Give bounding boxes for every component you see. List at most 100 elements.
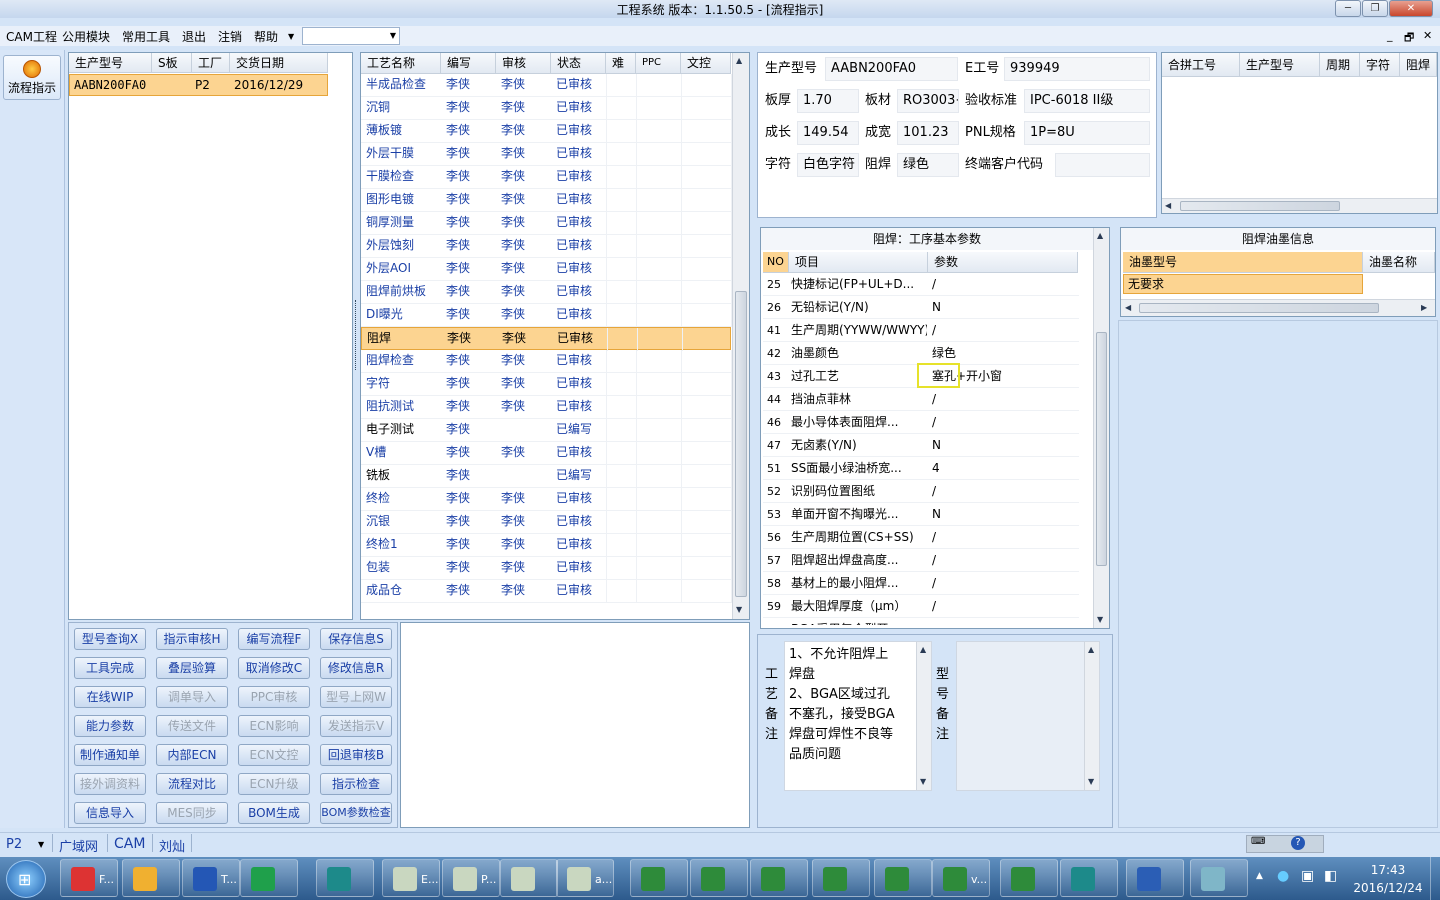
field-model[interactable]: AABN200FA0 bbox=[825, 57, 958, 81]
scroll-left-icon[interactable]: ◀ bbox=[1125, 303, 1131, 312]
scroll-down-icon[interactable]: ▼ bbox=[1088, 777, 1094, 786]
scroll-up-icon[interactable]: ▲ bbox=[1097, 231, 1103, 240]
col-header-item[interactable]: 项目 bbox=[789, 252, 928, 273]
action-button[interactable]: 型号上网W bbox=[320, 686, 392, 708]
tray-expand-icon[interactable]: ▲ bbox=[1256, 871, 1263, 881]
action-button[interactable]: 指示检查 bbox=[320, 773, 392, 795]
table-row[interactable]: 干膜检查 李侠 李侠 已审核 bbox=[361, 166, 732, 189]
scroll-up-icon[interactable]: ▲ bbox=[1088, 645, 1094, 654]
col-header-merge-char[interactable]: 字符 bbox=[1360, 53, 1400, 77]
table-row[interactable]: 无要求 bbox=[1123, 274, 1363, 294]
table-row[interactable]: 52 识别码位置图纸 / bbox=[763, 480, 1079, 503]
scroll-up-icon[interactable]: ▲ bbox=[920, 645, 926, 654]
menu-common-module[interactable]: 公用模块 bbox=[62, 28, 110, 45]
table-row[interactable]: 铣板 李侠 已编写 bbox=[361, 465, 732, 488]
table-row[interactable]: 阻焊 李侠 李侠 已审核 bbox=[361, 327, 733, 351]
field-pnl[interactable]: 1P=8U bbox=[1024, 121, 1150, 145]
taskbar-app[interactable] bbox=[690, 859, 748, 897]
model-notes-text[interactable]: ▲ ▼ bbox=[956, 641, 1100, 791]
taskbar-app[interactable] bbox=[874, 859, 932, 897]
field-char[interactable]: 白色字符 bbox=[797, 153, 859, 177]
table-row[interactable]: 电子测试 李侠 已编写 bbox=[361, 419, 732, 442]
menu-help[interactable]: 帮助 bbox=[254, 28, 278, 45]
taskbar-app[interactable] bbox=[1000, 859, 1058, 897]
action-button[interactable]: 取消修改C bbox=[238, 657, 310, 679]
notes-scrollbar[interactable]: ▲ ▼ bbox=[916, 642, 931, 790]
taskbar-app[interactable] bbox=[240, 859, 298, 897]
maximize-button[interactable]: ❐ bbox=[1362, 0, 1388, 17]
taskbar-app[interactable] bbox=[812, 859, 870, 897]
merge-hscrollbar[interactable]: ◀ bbox=[1162, 198, 1437, 213]
scroll-up-icon[interactable]: ▲ bbox=[736, 56, 742, 65]
action-button[interactable]: 内部ECN bbox=[156, 744, 228, 766]
action-button[interactable]: 型号查询X bbox=[74, 628, 146, 650]
scroll-down-icon[interactable]: ▼ bbox=[736, 605, 742, 614]
field-standard[interactable]: IPC-6018 II级 bbox=[1024, 89, 1150, 113]
table-row[interactable]: 沉银 李侠 李侠 已审核 bbox=[361, 511, 732, 534]
start-button[interactable]: ⊞ bbox=[6, 860, 46, 898]
col-header-doc-control[interactable]: 文控 bbox=[681, 53, 731, 74]
taskbar-app[interactable] bbox=[1060, 859, 1118, 897]
field-mask[interactable]: 绿色 bbox=[897, 153, 959, 177]
table-row[interactable]: 46 最小导体表面阻焊... / bbox=[763, 411, 1079, 434]
action-button[interactable]: 编写流程F bbox=[238, 628, 310, 650]
taskbar-app[interactable]: P... bbox=[442, 859, 500, 897]
scroll-right-icon[interactable]: ▶ bbox=[1421, 303, 1427, 312]
menu-overflow-icon[interactable]: ▼ bbox=[288, 32, 294, 41]
show-desktop-button[interactable] bbox=[1430, 857, 1440, 900]
table-row[interactable]: 43 过孔工艺 塞孔+开小窗 bbox=[763, 363, 1079, 388]
action-button[interactable]: 信息导入 bbox=[74, 802, 146, 824]
taskbar-app[interactable] bbox=[316, 859, 374, 897]
col-header-ppc[interactable]: PPC bbox=[636, 53, 681, 74]
action-button[interactable]: 传送文件 bbox=[156, 715, 228, 737]
taskbar-app[interactable]: v... bbox=[932, 859, 990, 897]
clock-date[interactable]: 2016/12/24 bbox=[1350, 881, 1426, 895]
action-button[interactable]: 能力参数 bbox=[74, 715, 146, 737]
col-header-merge-period[interactable]: 周期 bbox=[1320, 53, 1360, 77]
table-row[interactable]: 阻焊检查 李侠 李侠 已审核 bbox=[361, 350, 732, 373]
table-row[interactable]: 58 基材上的最小阻焊... / bbox=[763, 572, 1079, 595]
action-button[interactable]: 叠层验算 bbox=[156, 657, 228, 679]
action-button[interactable]: BOM生成 bbox=[238, 802, 310, 824]
col-header-s[interactable]: S板 bbox=[152, 53, 192, 73]
table-row[interactable]: 外层干膜 李侠 李侠 已审核 bbox=[361, 143, 732, 166]
table-row[interactable]: 47 无卤素(Y/N) N bbox=[763, 434, 1079, 457]
col-header-model[interactable]: 生产型号 bbox=[69, 53, 152, 73]
scroll-down-icon[interactable]: ▼ bbox=[920, 777, 926, 786]
taskbar-app[interactable]: F... bbox=[60, 859, 118, 897]
ime-toolbar[interactable]: ⌨ ? bbox=[1246, 835, 1324, 853]
action-button[interactable]: ECN升级 bbox=[238, 773, 310, 795]
action-button[interactable]: 保存信息S bbox=[320, 628, 392, 650]
field-material[interactable]: RO3003+ bbox=[897, 89, 959, 113]
action-button[interactable]: 回退审核B bbox=[320, 744, 392, 766]
table-row[interactable]: 42 油墨颜色 绿色 bbox=[763, 342, 1079, 365]
menu-tools[interactable]: 常用工具 bbox=[122, 28, 170, 45]
col-header-merge-mask[interactable]: 阻焊 bbox=[1400, 53, 1437, 77]
menu-exit[interactable]: 退出 bbox=[182, 28, 206, 45]
table-row[interactable]: 26 无铅标记(Y/N) N bbox=[763, 296, 1079, 319]
table-row[interactable]: 半成品检查 李侠 李侠 已审核 bbox=[361, 74, 732, 97]
scroll-thumb[interactable] bbox=[735, 291, 747, 597]
field-customer[interactable] bbox=[1055, 153, 1150, 177]
table-row[interactable]: AABN200FA0 P2 2016/12/29 bbox=[69, 74, 328, 96]
tray-app-icon[interactable]: ● bbox=[1277, 868, 1289, 884]
scroll-thumb[interactable] bbox=[1139, 303, 1379, 313]
action-button[interactable]: 指示审核H bbox=[156, 628, 228, 650]
close-button[interactable]: ✕ bbox=[1389, 0, 1433, 17]
taskbar-app[interactable] bbox=[1190, 859, 1248, 897]
action-button[interactable]: 调单导入 bbox=[156, 686, 228, 708]
network-icon[interactable]: ▣ bbox=[1301, 868, 1314, 884]
action-button[interactable]: PPC审核 bbox=[238, 686, 310, 708]
table-row[interactable]: 阻抗测试 李侠 李侠 已审核 bbox=[361, 396, 732, 419]
action-button[interactable]: 工具完成 bbox=[74, 657, 146, 679]
col-header-process[interactable]: 工艺名称 bbox=[361, 53, 441, 74]
taskbar-app[interactable] bbox=[630, 859, 688, 897]
taskbar-app[interactable]: T... bbox=[182, 859, 240, 897]
table-row[interactable]: 包装 李侠 李侠 已审核 bbox=[361, 557, 732, 580]
field-e-no[interactable]: 939949 bbox=[1004, 57, 1150, 81]
ink-hscrollbar[interactable]: ◀ ▶ bbox=[1121, 299, 1435, 316]
col-header-merge-no[interactable]: 合拼工号 bbox=[1162, 53, 1240, 77]
table-row[interactable]: 终检1 李侠 李侠 已审核 bbox=[361, 534, 732, 557]
scroll-thumb[interactable] bbox=[1180, 201, 1340, 211]
scroll-down-icon[interactable]: ▼ bbox=[1097, 615, 1103, 624]
